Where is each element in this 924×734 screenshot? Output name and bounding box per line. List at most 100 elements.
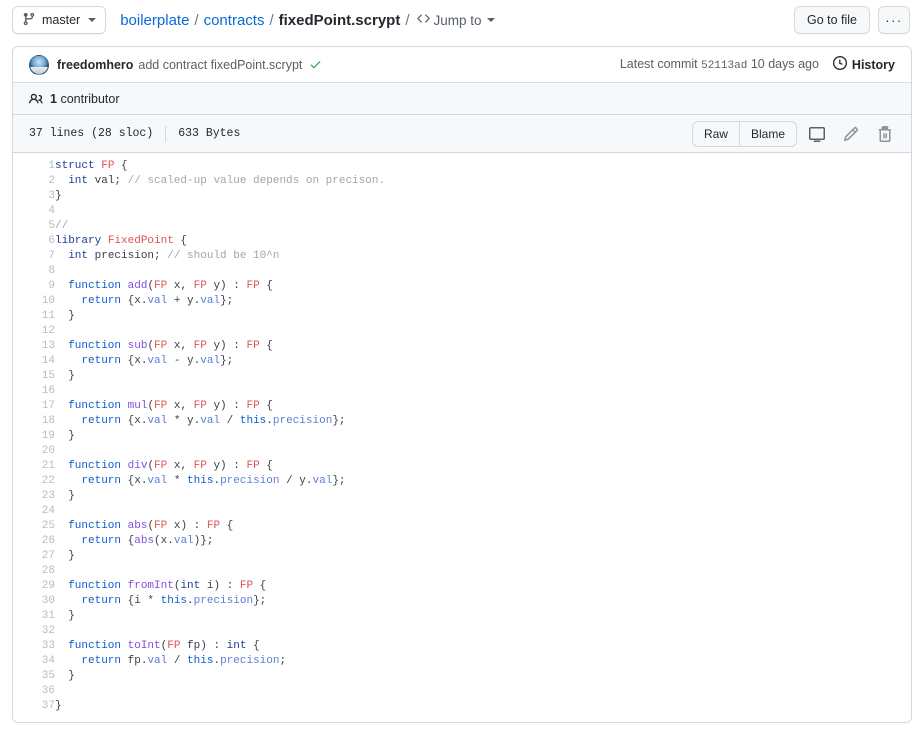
line-content[interactable]: }	[55, 489, 911, 504]
line-content[interactable]: }	[55, 609, 911, 624]
line-number[interactable]: 30	[13, 594, 55, 609]
line-content[interactable]: struct FP {	[55, 159, 911, 174]
line-content[interactable]: //	[55, 219, 911, 234]
line-number[interactable]: 26	[13, 534, 55, 549]
line-content[interactable]	[55, 264, 911, 279]
line-number[interactable]: 17	[13, 399, 55, 414]
line-number[interactable]: 21	[13, 459, 55, 474]
branch-selector[interactable]: master	[12, 6, 107, 34]
line-number[interactable]: 8	[13, 264, 55, 279]
line-content[interactable]: return {x.val * y.val / this.precision};	[55, 414, 911, 429]
trash-icon[interactable]	[871, 121, 899, 147]
code-token: / y.	[279, 475, 313, 487]
line-content[interactable]: function toInt(FP fp) : int {	[55, 639, 911, 654]
history-link[interactable]: History	[832, 56, 895, 73]
line-content[interactable]: }	[55, 429, 911, 444]
line-number[interactable]: 19	[13, 429, 55, 444]
line-content[interactable]: function div(FP x, FP y) : FP {	[55, 459, 911, 474]
line-content[interactable]: return {x.val + y.val};	[55, 294, 911, 309]
line-content[interactable]: }	[55, 369, 911, 384]
jump-to-button[interactable]: Jump to	[416, 12, 495, 28]
line-content[interactable]	[55, 444, 911, 459]
line-number[interactable]: 33	[13, 639, 55, 654]
line-content[interactable]	[55, 204, 911, 219]
raw-button[interactable]: Raw	[691, 120, 740, 147]
code-token: function	[68, 460, 128, 472]
line-content[interactable]: int precision; // should be 10^n	[55, 249, 911, 264]
line-number[interactable]: 29	[13, 579, 55, 594]
line-number[interactable]: 28	[13, 564, 55, 579]
line-number[interactable]: 3	[13, 189, 55, 204]
line-content[interactable]: function add(FP x, FP y) : FP {	[55, 279, 911, 294]
line-number[interactable]: 15	[13, 369, 55, 384]
line-content[interactable]: function mul(FP x, FP y) : FP {	[55, 399, 911, 414]
line-number[interactable]: 34	[13, 654, 55, 669]
line-content[interactable]: function abs(FP x) : FP {	[55, 519, 911, 534]
line-content[interactable]: int val; // scaled-up value depends on p…	[55, 174, 911, 189]
line-content[interactable]	[55, 624, 911, 639]
line-content[interactable]	[55, 564, 911, 579]
commit-message[interactable]: add contract fixedPoint.scrypt	[138, 58, 302, 72]
line-content[interactable]: return {i * this.precision};	[55, 594, 911, 609]
line-number[interactable]: 4	[13, 204, 55, 219]
line-content[interactable]: function fromInt(int i) : FP {	[55, 579, 911, 594]
line-number[interactable]: 11	[13, 309, 55, 324]
line-content[interactable]: return {x.val - y.val};	[55, 354, 911, 369]
commit-author[interactable]: freedomhero	[57, 58, 133, 72]
line-number[interactable]: 6	[13, 234, 55, 249]
desktop-download-icon[interactable]	[803, 121, 831, 147]
breadcrumb-folder[interactable]: contracts	[204, 12, 265, 29]
line-number[interactable]: 32	[13, 624, 55, 639]
check-icon[interactable]	[309, 58, 322, 71]
line-number[interactable]: 2	[13, 174, 55, 189]
code-token: precision	[220, 655, 280, 667]
line-number[interactable]: 23	[13, 489, 55, 504]
line-content[interactable]	[55, 504, 911, 519]
contributors-row[interactable]: 1 contributor	[13, 83, 911, 115]
blame-button[interactable]: Blame	[739, 120, 797, 147]
line-content[interactable]: function sub(FP x, FP y) : FP {	[55, 339, 911, 354]
line-content[interactable]: }	[55, 549, 911, 564]
line-content[interactable]: }	[55, 309, 911, 324]
line-number[interactable]: 24	[13, 504, 55, 519]
line-content[interactable]: }	[55, 189, 911, 204]
commit-sha[interactable]: 52113ad	[701, 60, 747, 72]
line-number[interactable]: 18	[13, 414, 55, 429]
line-number[interactable]: 22	[13, 474, 55, 489]
line-number[interactable]: 5	[13, 219, 55, 234]
code-token: return	[81, 655, 122, 667]
more-options-button[interactable]: ···	[878, 6, 910, 34]
go-to-file-button[interactable]: Go to file	[793, 6, 870, 34]
line-number[interactable]: 14	[13, 354, 55, 369]
line-number[interactable]: 10	[13, 294, 55, 309]
line-number[interactable]: 7	[13, 249, 55, 264]
line-number[interactable]: 9	[13, 279, 55, 294]
line-content[interactable]: }	[55, 669, 911, 684]
line-content[interactable]: return fp.val / this.precision;	[55, 654, 911, 669]
line-content[interactable]: library FixedPoint {	[55, 234, 911, 249]
line-number[interactable]: 16	[13, 384, 55, 399]
line-number[interactable]: 27	[13, 549, 55, 564]
avatar[interactable]	[29, 54, 49, 75]
line-content[interactable]	[55, 684, 911, 699]
code-viewer[interactable]: 1 struct FP {2 int val; // scaled-up valu…	[13, 153, 911, 722]
line-number[interactable]: 13	[13, 339, 55, 354]
code-token: FP	[193, 460, 207, 472]
line-number[interactable]: 35	[13, 669, 55, 684]
line-number[interactable]: 37	[13, 699, 55, 714]
code-token: precision	[193, 595, 254, 607]
line-content[interactable]	[55, 384, 911, 399]
line-number[interactable]: 20	[13, 444, 55, 459]
line-content[interactable]	[55, 324, 911, 339]
line-number[interactable]: 25	[13, 519, 55, 534]
line-content[interactable]: }	[55, 699, 911, 714]
line-number[interactable]: 31	[13, 609, 55, 624]
line-number[interactable]: 12	[13, 324, 55, 339]
line-number[interactable]: 36	[13, 684, 55, 699]
pencil-icon[interactable]	[837, 121, 865, 147]
line-number[interactable]: 1	[13, 159, 55, 174]
line-content[interactable]: return {abs(x.val)};	[55, 534, 911, 549]
breadcrumb-repo[interactable]: boilerplate	[120, 12, 189, 29]
code-token: return	[81, 595, 122, 607]
line-content[interactable]: return {x.val * this.precision / y.val};	[55, 474, 911, 489]
